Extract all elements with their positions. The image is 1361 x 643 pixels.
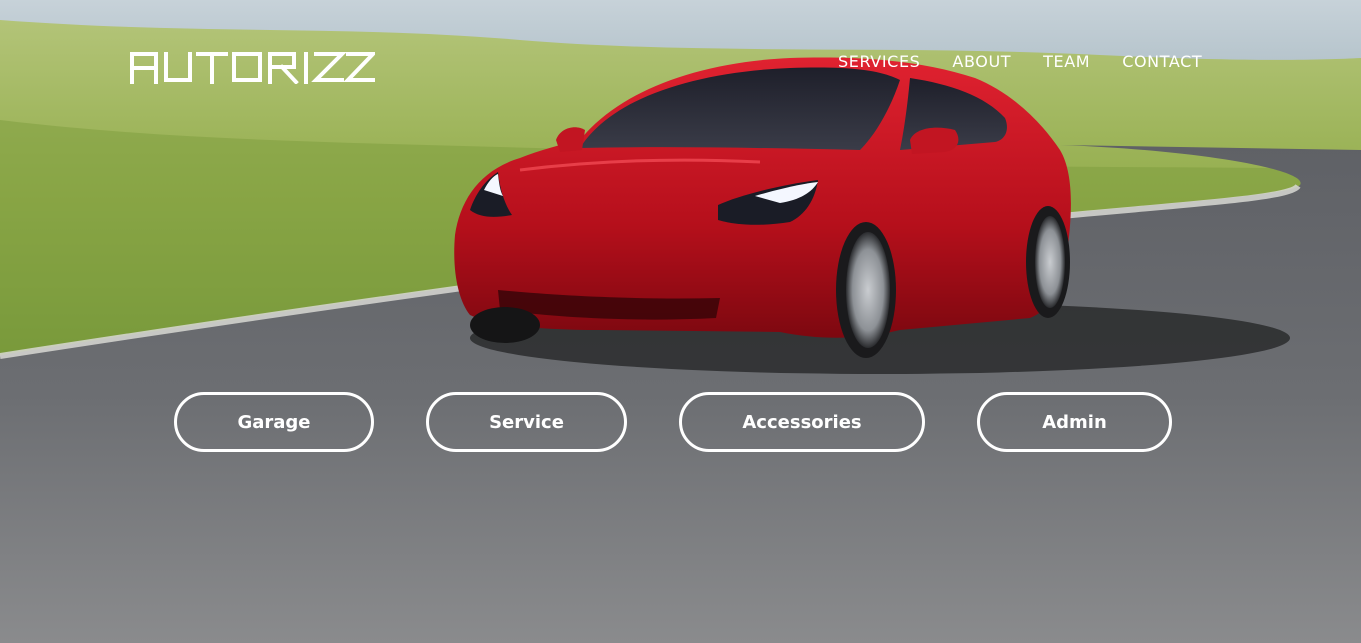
nav-link-about[interactable]: ABOUT — [952, 52, 1011, 72]
main-nav: SERVICES ABOUT TEAM CONTACT — [838, 52, 1202, 72]
service-button[interactable]: Service — [426, 392, 627, 452]
garage-button[interactable]: Garage — [174, 392, 374, 452]
hero-background-image — [0, 0, 1361, 643]
accessories-button[interactable]: Accessories — [679, 392, 925, 452]
admin-button[interactable]: Admin — [977, 392, 1172, 452]
nav-link-contact[interactable]: CONTACT — [1122, 52, 1202, 72]
hero-section: SERVICES ABOUT TEAM CONTACT Garage Servi… — [0, 0, 1361, 643]
nav-link-services[interactable]: SERVICES — [838, 52, 920, 72]
nav-link-team[interactable]: TEAM — [1043, 52, 1090, 72]
brand-logo[interactable] — [130, 50, 375, 84]
